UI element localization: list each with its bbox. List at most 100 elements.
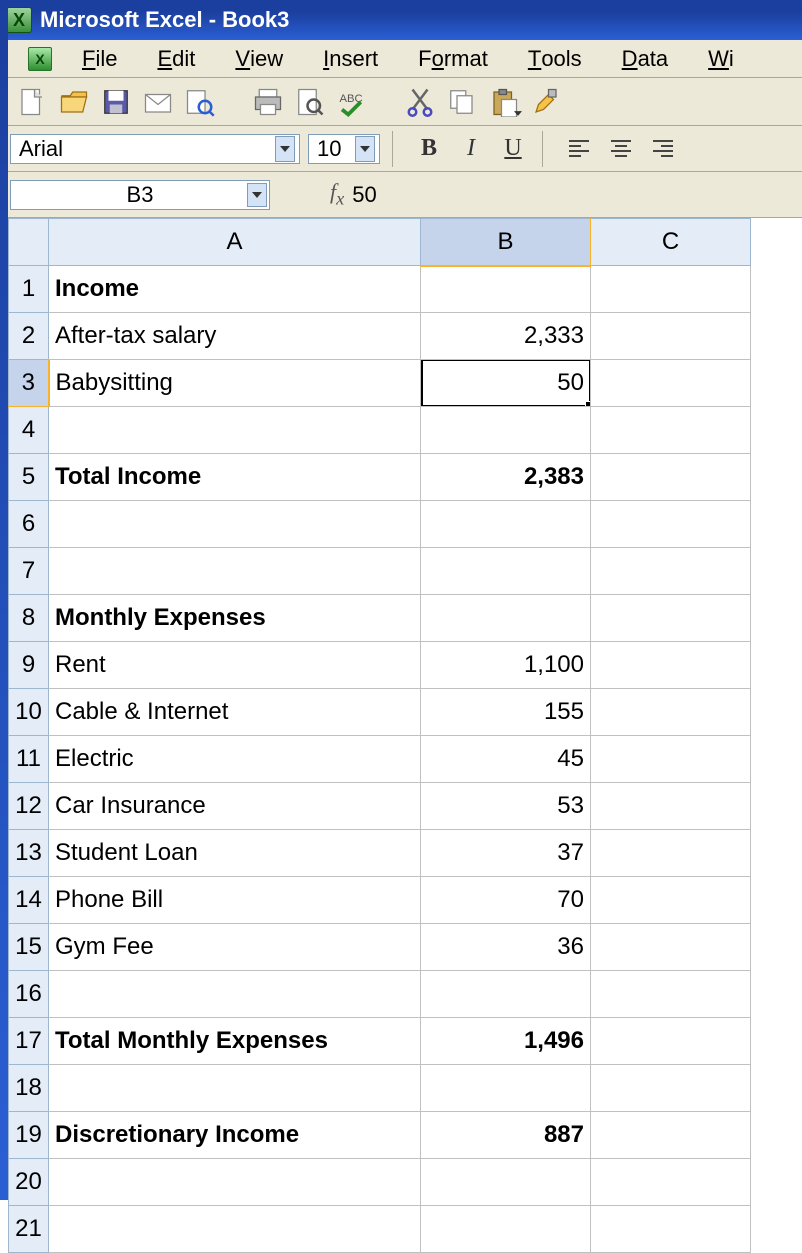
name-box[interactable]: B3 <box>10 180 270 210</box>
row-header[interactable]: 20 <box>9 1159 49 1206</box>
row-header[interactable]: 15 <box>9 924 49 971</box>
format-painter-icon[interactable] <box>528 84 564 120</box>
row-header[interactable]: 14 <box>9 877 49 924</box>
cell[interactable] <box>591 454 751 501</box>
row-header[interactable]: 9 <box>9 642 49 689</box>
cell[interactable] <box>591 313 751 360</box>
new-icon[interactable] <box>14 84 50 120</box>
cell[interactable]: 45 <box>421 736 591 783</box>
row-header[interactable]: 21 <box>9 1206 49 1253</box>
cell[interactable] <box>591 407 751 454</box>
row-header[interactable]: 16 <box>9 971 49 1018</box>
cell[interactable]: Discretionary Income <box>49 1112 421 1159</box>
menu-file[interactable]: File <box>62 42 137 76</box>
row-header[interactable]: 2 <box>9 313 49 360</box>
cell[interactable] <box>591 783 751 830</box>
menu-view[interactable]: View <box>215 42 303 76</box>
cell[interactable]: Total Monthly Expenses <box>49 1018 421 1065</box>
row-header[interactable]: 12 <box>9 783 49 830</box>
cell[interactable]: 1,100 <box>421 642 591 689</box>
row-header[interactable]: 17 <box>9 1018 49 1065</box>
cell[interactable] <box>591 924 751 971</box>
cell[interactable]: Babysitting <box>49 360 421 407</box>
align-left-button[interactable] <box>562 132 596 166</box>
cell[interactable]: 70 <box>421 877 591 924</box>
cell[interactable] <box>591 1206 751 1253</box>
row-header[interactable]: 5 <box>9 454 49 501</box>
row-header[interactable]: 13 <box>9 830 49 877</box>
row-header[interactable]: 18 <box>9 1065 49 1112</box>
excel-doc-icon[interactable]: X <box>28 47 52 71</box>
row-header[interactable]: 10 <box>9 689 49 736</box>
email-icon[interactable] <box>140 84 176 120</box>
cell[interactable]: 36 <box>421 924 591 971</box>
cell[interactable] <box>421 1065 591 1112</box>
cell[interactable] <box>49 1065 421 1112</box>
cell[interactable] <box>591 971 751 1018</box>
font-size-combo[interactable]: 10 <box>308 134 380 164</box>
menu-edit[interactable]: Edit <box>137 42 215 76</box>
cell[interactable] <box>49 971 421 1018</box>
cell[interactable] <box>591 689 751 736</box>
cell[interactable] <box>421 266 591 313</box>
cell[interactable]: 155 <box>421 689 591 736</box>
cell[interactable] <box>421 1206 591 1253</box>
cell[interactable]: 37 <box>421 830 591 877</box>
cell[interactable]: 50 <box>421 360 591 407</box>
underline-button[interactable]: U <box>496 132 530 166</box>
cell[interactable]: 2,333 <box>421 313 591 360</box>
row-header[interactable]: 8 <box>9 595 49 642</box>
spreadsheet-grid[interactable]: A B C 1Income2After-tax salary2,3333Baby… <box>8 218 751 1253</box>
cell[interactable]: Gym Fee <box>49 924 421 971</box>
italic-button[interactable]: I <box>454 132 488 166</box>
cell[interactable]: Student Loan <box>49 830 421 877</box>
cell[interactable] <box>421 407 591 454</box>
cell[interactable] <box>49 1206 421 1253</box>
chevron-down-icon[interactable] <box>275 136 295 162</box>
select-all-corner[interactable] <box>9 219 49 266</box>
menu-format[interactable]: Format <box>398 42 508 76</box>
cell[interactable] <box>49 1159 421 1206</box>
menu-insert[interactable]: Insert <box>303 42 398 76</box>
row-header[interactable]: 7 <box>9 548 49 595</box>
cell[interactable] <box>591 501 751 548</box>
open-icon[interactable] <box>56 84 92 120</box>
formula-value[interactable]: 50 <box>352 182 376 208</box>
align-right-button[interactable] <box>646 132 680 166</box>
row-header[interactable]: 1 <box>9 266 49 313</box>
copy-icon[interactable] <box>444 84 480 120</box>
print-preview-icon[interactable] <box>292 84 328 120</box>
cell[interactable] <box>591 877 751 924</box>
cell[interactable] <box>591 1159 751 1206</box>
print-icon[interactable] <box>250 84 286 120</box>
cell[interactable]: Monthly Expenses <box>49 595 421 642</box>
row-header[interactable]: 19 <box>9 1112 49 1159</box>
cell[interactable] <box>591 1018 751 1065</box>
chevron-down-icon[interactable] <box>247 183 267 207</box>
align-center-button[interactable] <box>604 132 638 166</box>
cell[interactable]: Car Insurance <box>49 783 421 830</box>
cell[interactable] <box>421 595 591 642</box>
col-header-a[interactable]: A <box>49 219 421 266</box>
paste-icon[interactable] <box>486 84 522 120</box>
search-icon[interactable] <box>182 84 218 120</box>
cell[interactable]: 1,496 <box>421 1018 591 1065</box>
menu-data[interactable]: Data <box>602 42 688 76</box>
cell[interactable] <box>591 266 751 313</box>
col-header-b[interactable]: B <box>421 219 591 266</box>
cell[interactable] <box>591 642 751 689</box>
cell[interactable] <box>49 501 421 548</box>
row-header[interactable]: 6 <box>9 501 49 548</box>
cell[interactable]: Total Income <box>49 454 421 501</box>
cell[interactable] <box>591 595 751 642</box>
save-icon[interactable] <box>98 84 134 120</box>
cell[interactable]: 887 <box>421 1112 591 1159</box>
cell[interactable] <box>421 971 591 1018</box>
spellcheck-icon[interactable]: ABC <box>334 84 370 120</box>
cell[interactable]: Cable & Internet <box>49 689 421 736</box>
menu-tools[interactable]: Tools <box>508 42 602 76</box>
cut-icon[interactable] <box>402 84 438 120</box>
chevron-down-icon[interactable] <box>355 136 375 162</box>
cell[interactable]: Phone Bill <box>49 877 421 924</box>
cell[interactable] <box>49 548 421 595</box>
